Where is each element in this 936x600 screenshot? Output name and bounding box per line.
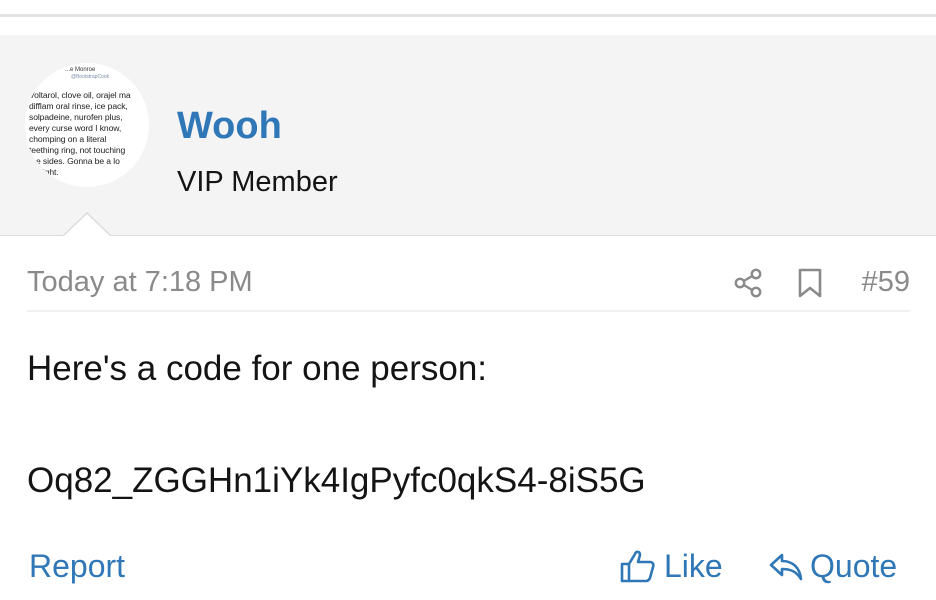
quote-button[interactable]: Quote [768,546,897,586]
quote-label: Quote [810,548,898,584]
thumbs-up-icon [620,550,655,583]
avatar-tweet-text: Voltarol, clove oil, orajel ma difflam o… [29,90,131,177]
post-message-line: Here's a code for one person: [27,349,488,388]
post-user-block: ...e Monroe @BootstrapCook Voltarol, clo… [0,35,936,236]
avatar-tweet-header: ...e Monroe @BootstrapCook [65,67,145,81]
avatar-tweet-name: ...e Monroe [65,67,96,73]
user-block-arrow-fill [64,214,110,236]
reply-arrow-icon [769,553,803,581]
report-link[interactable]: Report [29,546,125,586]
post-message-code: Oq82_ZGGHn1iYk4IgPyfc0qkS4-8iS5G [27,461,646,500]
like-button[interactable]: Like [620,546,723,586]
post-timestamp[interactable]: Today at 7:18 PM [27,262,253,302]
avatar-tweet-handle: @BootstrapCook [71,74,110,80]
post-meta-bar: Today at 7:18 PM #59 [27,262,910,312]
user-title: VIP Member [177,166,338,198]
post-number-link[interactable]: #59 [862,262,910,302]
bookmark-icon[interactable] [797,268,823,298]
share-icon[interactable] [733,268,763,298]
top-divider [0,14,936,17]
like-label: Like [664,548,723,584]
username-link[interactable]: Wooh [177,104,282,148]
avatar[interactable]: ...e Monroe @BootstrapCook Voltarol, clo… [25,63,149,187]
